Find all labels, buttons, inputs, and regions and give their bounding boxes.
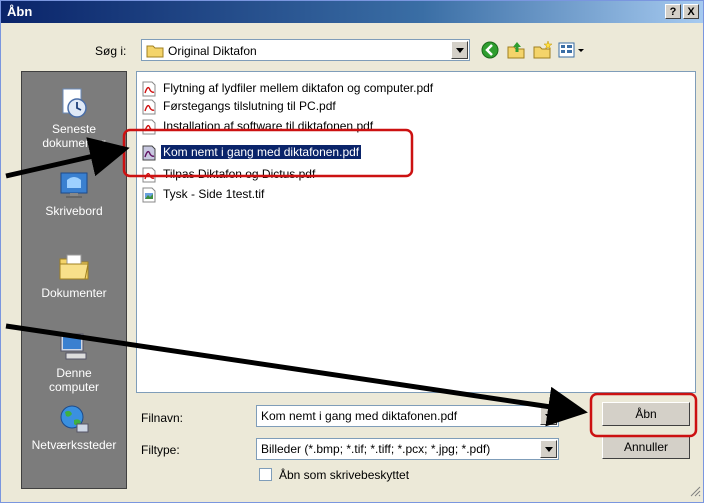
readonly-checkbox[interactable] bbox=[259, 468, 272, 481]
filetype-select[interactable]: Billeder (*.bmp; *.tif; *.tiff; *.pcx; *… bbox=[256, 438, 559, 460]
my-computer-icon bbox=[60, 333, 87, 360]
lookin-dropdown-arrow[interactable] bbox=[451, 41, 468, 59]
folder-icon bbox=[146, 44, 164, 61]
file-name: Tilpas Diktafon og Dictus.pdf bbox=[163, 167, 316, 181]
new-folder-icon[interactable] bbox=[531, 39, 553, 61]
window-title: Åbn bbox=[7, 4, 33, 19]
close-button[interactable]: X bbox=[683, 4, 699, 19]
back-icon[interactable] bbox=[479, 39, 501, 61]
file-name: Tysk - Side 1test.tif bbox=[163, 187, 265, 201]
place-desktop[interactable]: Skrivebord bbox=[22, 168, 126, 218]
resize-grip-icon[interactable] bbox=[689, 485, 701, 500]
help-button[interactable]: ? bbox=[665, 4, 681, 19]
place-label: Dokumenter bbox=[41, 286, 107, 300]
file-name: Førstegangs tilslutning til PC.pdf bbox=[163, 99, 336, 113]
place-documents[interactable]: Dokumenter bbox=[22, 250, 126, 300]
place-network[interactable]: Netværkssteder bbox=[22, 402, 126, 452]
recent-documents-icon bbox=[62, 88, 87, 118]
cancel-button[interactable]: Annuller bbox=[602, 435, 690, 459]
documents-folder-icon bbox=[59, 254, 89, 280]
places-bar: Seneste dokumenter Skrivebord Dokumenter bbox=[21, 71, 127, 489]
file-name: Kom nemt i gang med diktafonen.pdf bbox=[161, 145, 362, 159]
filetype-value: Billeder (*.bmp; *.tif; *.tiff; *.pcx; *… bbox=[261, 442, 491, 456]
open-dialog: Åbn ? X Søg i: Original Diktafon Seneste… bbox=[0, 0, 704, 503]
tif-file-icon bbox=[141, 187, 157, 206]
lookin-value: Original Diktafon bbox=[168, 44, 257, 58]
pdf-file-icon bbox=[141, 119, 157, 138]
file-name: Installation af software til diktafonen.… bbox=[163, 119, 374, 133]
view-menu-icon[interactable] bbox=[557, 39, 587, 61]
filename-input[interactable]: Kom nemt i gang med diktafonen.pdf bbox=[256, 405, 559, 427]
pdf-file-icon bbox=[141, 81, 157, 100]
pdf-file-icon bbox=[141, 167, 157, 186]
network-places-icon bbox=[60, 405, 89, 433]
filename-value: Kom nemt i gang med diktafonen.pdf bbox=[261, 409, 458, 423]
place-recent-documents[interactable]: Seneste dokumenter bbox=[22, 86, 126, 150]
file-name: Flytning af lydfiler mellem diktafon og … bbox=[163, 81, 434, 95]
place-label: Skrivebord bbox=[45, 204, 103, 218]
file-list[interactable]: Flytning af lydfiler mellem diktafon og … bbox=[136, 71, 696, 393]
filetype-dropdown-arrow[interactable] bbox=[540, 440, 557, 458]
lookin-label: Søg i: bbox=[95, 44, 127, 58]
place-label: Seneste dokumenter bbox=[42, 122, 106, 150]
filename-dropdown-arrow[interactable] bbox=[540, 407, 557, 425]
title-bar[interactable]: Åbn ? X bbox=[1, 1, 703, 23]
desktop-icon bbox=[60, 172, 88, 198]
readonly-label: Åbn som skrivebeskyttet bbox=[279, 468, 410, 482]
filetype-label: Filtype: bbox=[141, 443, 180, 457]
lookin-combo[interactable]: Original Diktafon bbox=[141, 39, 470, 61]
place-my-computer[interactable]: Denne computer bbox=[22, 330, 126, 394]
place-label: Denne computer bbox=[48, 366, 100, 394]
filename-label: Filnavn: bbox=[141, 411, 184, 425]
pdf-file-icon bbox=[141, 145, 157, 164]
pdf-file-icon bbox=[141, 99, 157, 118]
open-button[interactable]: Åbn bbox=[602, 402, 690, 426]
up-folder-icon[interactable] bbox=[505, 39, 527, 61]
place-label: Netværkssteder bbox=[31, 438, 117, 452]
